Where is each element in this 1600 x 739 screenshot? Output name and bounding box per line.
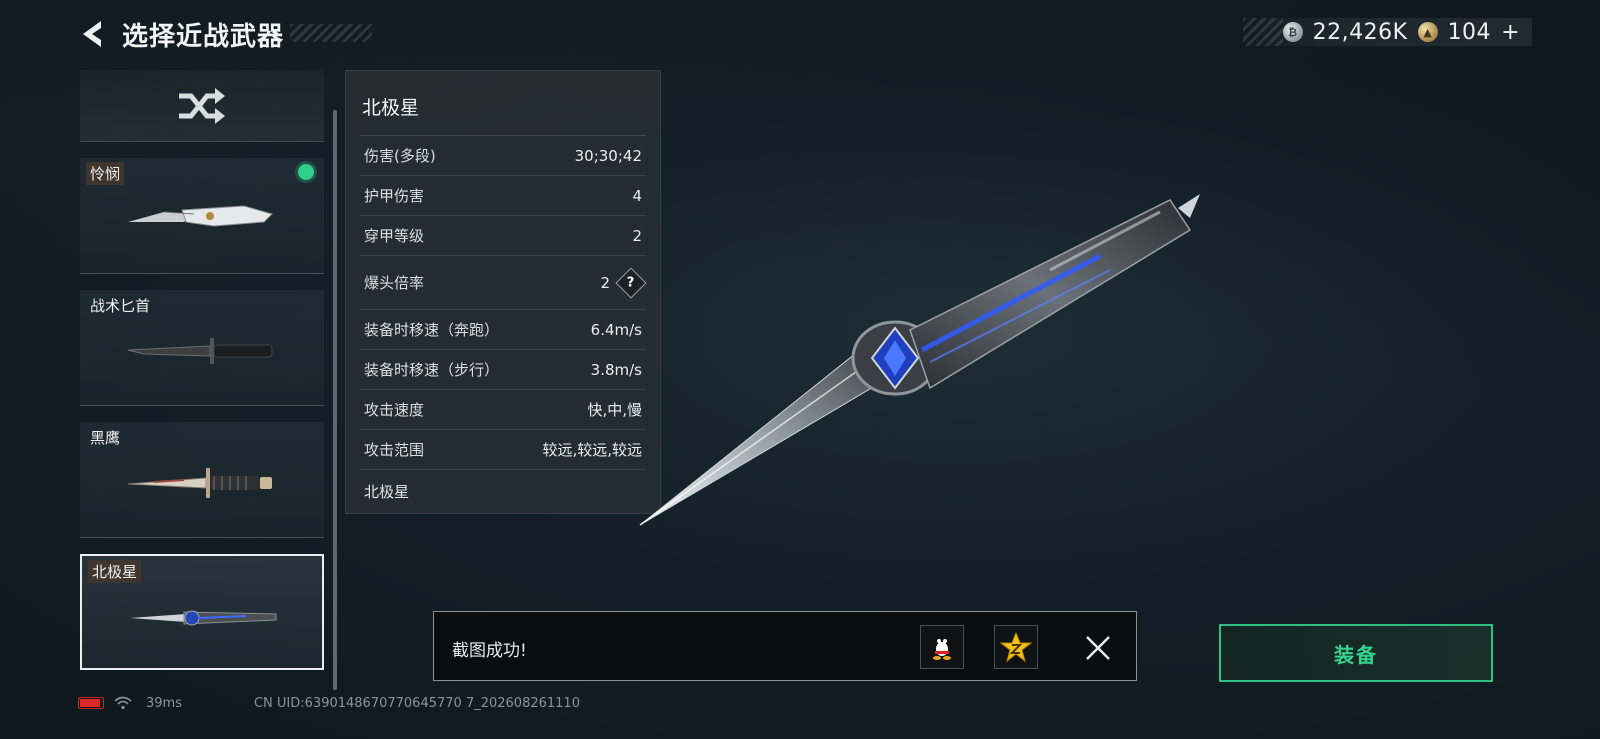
weapon-card-label: 怜悯 bbox=[86, 162, 125, 185]
stat-value: 2 bbox=[600, 273, 610, 292]
silver-coin-icon: ₿ bbox=[1282, 22, 1303, 42]
gold-coin-icon: ▲ bbox=[1417, 22, 1438, 42]
add-currency-button[interactable]: + bbox=[1501, 20, 1520, 45]
weapon-card-tactical-dagger[interactable]: 战术匕首 bbox=[80, 290, 324, 406]
qq-penguin-icon bbox=[933, 635, 951, 660]
screenshot-toast: 截图成功! bbox=[433, 611, 1137, 681]
weapon-stats-panel: 北极星 伤害(多段) 30;30;42 护甲伤害 4 穿甲等级 2 爆头倍率 2… bbox=[345, 70, 661, 514]
stat-value: 30;30;42 bbox=[574, 146, 642, 165]
weapon-card-polaris[interactable]: 北极星 bbox=[80, 554, 324, 670]
currency-bar: ₿ 22,426K ▲ 104 + bbox=[1242, 18, 1532, 46]
wifi-icon bbox=[114, 696, 132, 710]
shuffle-icon bbox=[179, 87, 225, 124]
knife-black-hawk-icon bbox=[127, 468, 272, 498]
close-toast-button[interactable] bbox=[1084, 634, 1112, 662]
weapon-card-label: 黑鹰 bbox=[90, 429, 121, 447]
share-qzone-button[interactable] bbox=[994, 625, 1038, 669]
knife-tactical-dagger-icon bbox=[127, 338, 273, 364]
stat-row-walk-speed: 装备时移速（步行） 3.8m/s bbox=[360, 350, 646, 390]
stat-row-headshot-multiplier: 爆头倍率 2 ? bbox=[360, 256, 647, 310]
stat-row-armor-damage: 护甲伤害 4 bbox=[360, 176, 646, 216]
equip-button-label: 装备 bbox=[1334, 642, 1378, 667]
weapon-description: 北极星 bbox=[364, 483, 410, 501]
weapon-list-scrollbar[interactable] bbox=[333, 110, 337, 690]
title-decoration bbox=[290, 24, 372, 42]
weapon-name: 北极星 bbox=[362, 97, 420, 119]
weapon-card-label: 北极星 bbox=[88, 560, 142, 583]
stat-label: 装备时移速（步行） bbox=[364, 361, 500, 379]
share-qq-button[interactable] bbox=[920, 625, 964, 669]
back-arrow-icon bbox=[83, 21, 101, 47]
page-title: 选择近战武器 bbox=[122, 21, 285, 52]
stat-label: 穿甲等级 bbox=[364, 227, 425, 245]
toast-message: 截图成功! bbox=[452, 641, 527, 661]
stat-row-penetration-level: 穿甲等级 2 bbox=[360, 216, 646, 256]
user-uid: CN UID:6390148670770645770 7_20260826111… bbox=[253, 695, 580, 711]
stat-row-damage: 伤害(多段) 30;30;42 bbox=[360, 136, 646, 176]
gold-currency-value: 104 bbox=[1447, 19, 1492, 45]
battery-icon bbox=[78, 697, 104, 709]
equipped-indicator-icon bbox=[298, 164, 314, 180]
weapon-card-label: 战术匕首 bbox=[90, 297, 151, 315]
knife-mercy-icon bbox=[128, 205, 273, 227]
equip-button[interactable]: 装备 bbox=[1219, 624, 1493, 682]
weapon-card-black-hawk[interactable]: 黑鹰 bbox=[80, 422, 324, 538]
random-weapon-button[interactable] bbox=[80, 70, 324, 142]
weapon-card-mercy[interactable]: 怜悯 bbox=[80, 158, 324, 274]
qzone-star-icon bbox=[1000, 631, 1032, 663]
knife-polaris-icon bbox=[130, 610, 277, 626]
stat-label: 装备时移速（奔跑） bbox=[364, 321, 500, 339]
stat-label: 攻击范围 bbox=[364, 441, 425, 459]
status-bar: 39ms CN UID:6390148670770645770 7_202608… bbox=[78, 694, 580, 712]
stat-label: 伤害(多段) bbox=[364, 147, 436, 165]
silver-currency-value: 22,426K bbox=[1312, 19, 1408, 45]
weapon-preview-image bbox=[639, 194, 1200, 526]
stat-label: 护甲伤害 bbox=[364, 187, 425, 205]
stat-row-attack-speed: 攻击速度 快,中,慢 bbox=[360, 390, 646, 430]
close-icon bbox=[1086, 636, 1110, 660]
stat-label: 攻击速度 bbox=[364, 401, 425, 419]
stat-value: 较远,较远,较远 bbox=[542, 441, 642, 459]
back-button[interactable] bbox=[78, 18, 106, 50]
header: 选择近战武器 bbox=[78, 14, 284, 54]
ping-value: 39ms bbox=[146, 695, 182, 711]
stat-row-attack-range: 攻击范围 较远,较远,较远 bbox=[360, 430, 646, 470]
stat-row-run-speed: 装备时移速（奔跑） 6.4m/s bbox=[360, 310, 646, 350]
stat-label: 爆头倍率 bbox=[364, 274, 425, 292]
weapon-list: 怜悯 战术匕首 黑鹰 北极星 bbox=[80, 70, 326, 682]
